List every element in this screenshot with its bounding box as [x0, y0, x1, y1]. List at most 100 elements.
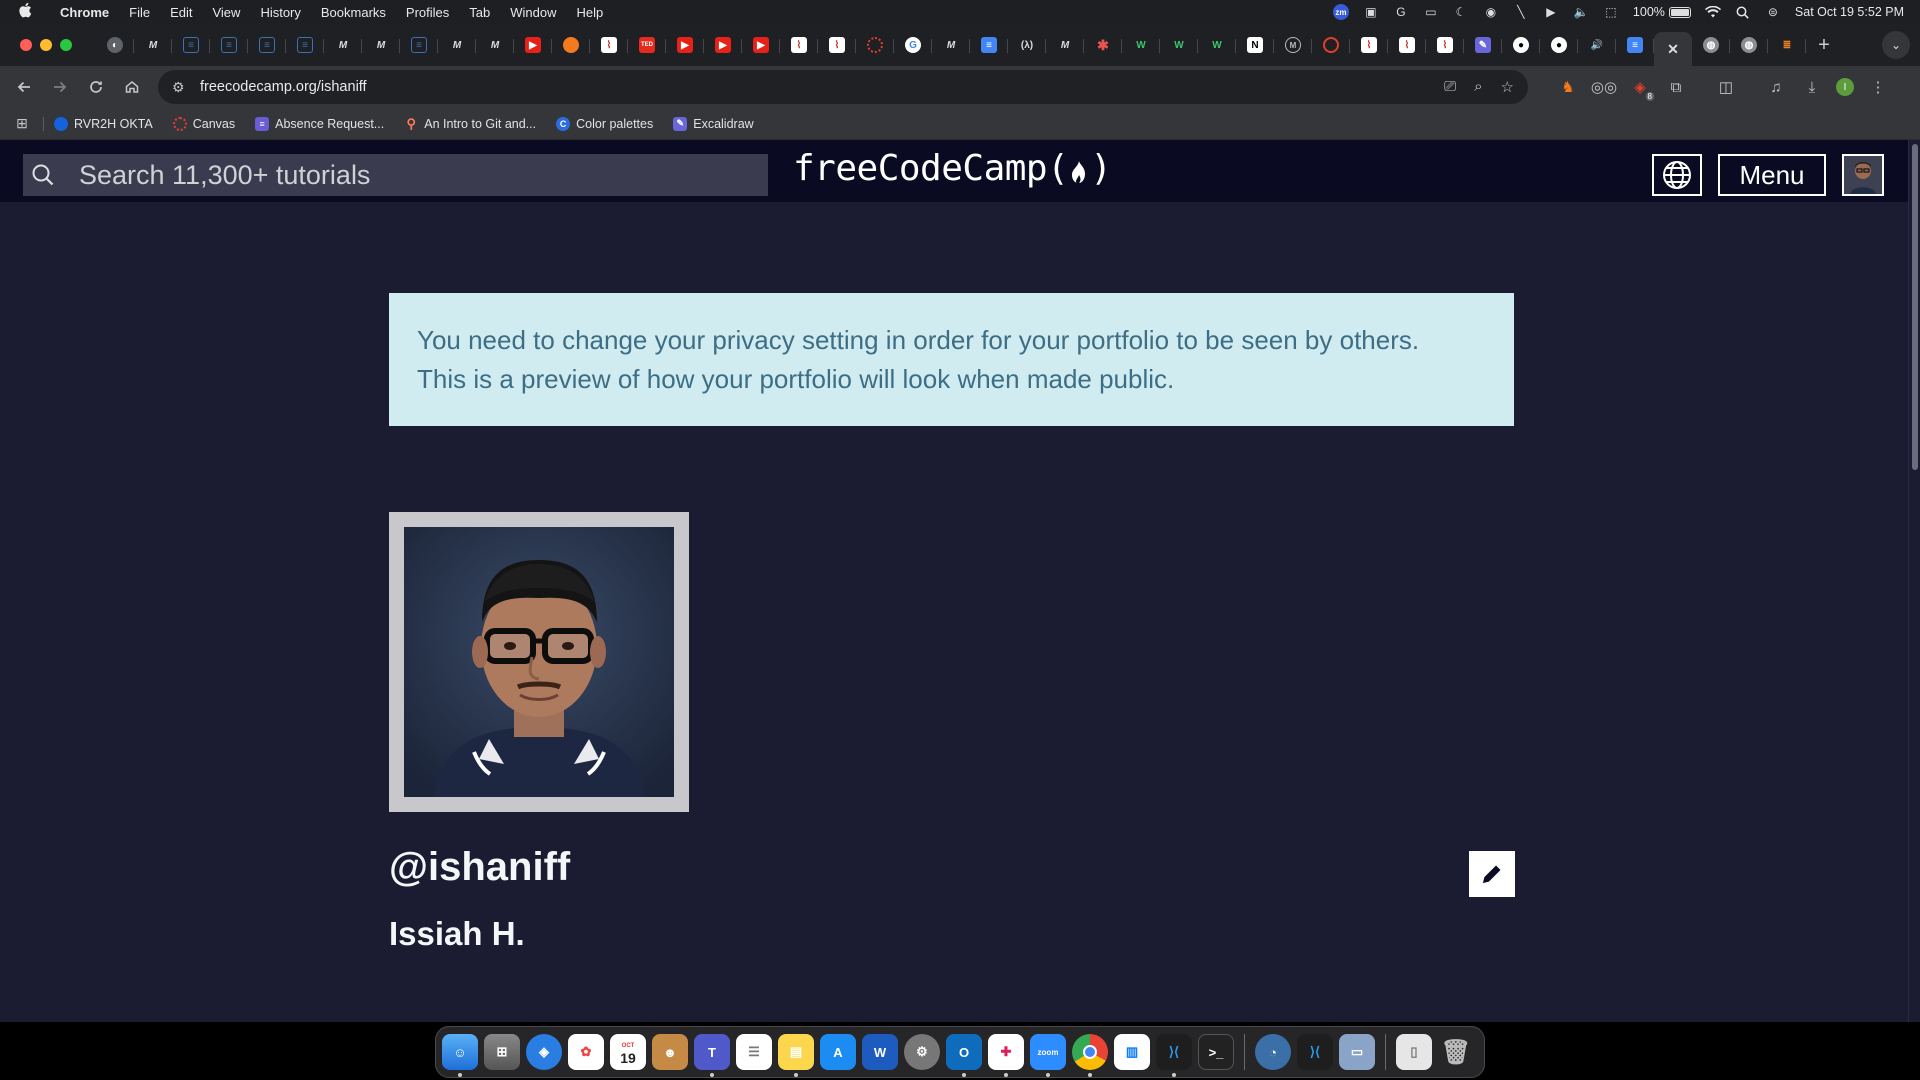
back-button[interactable]: [6, 71, 42, 103]
tab[interactable]: W: [1160, 30, 1198, 60]
quicktime-icon[interactable]: ◔: [1255, 1034, 1291, 1070]
tab[interactable]: ≣: [1768, 30, 1806, 60]
menu-bookmarks[interactable]: Bookmarks: [311, 5, 396, 20]
tab[interactable]: M: [1274, 30, 1312, 60]
site-info-icon[interactable]: ⚙: [172, 79, 194, 96]
tab[interactable]: M: [932, 30, 970, 60]
spotlight-search-icon[interactable]: [1735, 5, 1751, 19]
reading-mode-icon[interactable]: ◫: [1714, 75, 1738, 99]
tab[interactable]: ▶: [704, 30, 742, 60]
vscode-icon[interactable]: ⟩⟨: [1156, 1034, 1192, 1077]
tab[interactable]: ▶: [742, 30, 780, 60]
menu-view[interactable]: View: [202, 5, 250, 20]
bookmark-absence-request[interactable]: ≡ Absence Request...: [245, 116, 394, 131]
tab[interactable]: N: [1236, 30, 1274, 60]
teams-icon[interactable]: T: [694, 1034, 730, 1077]
tab[interactable]: ≡: [172, 30, 210, 60]
app-store-icon[interactable]: A: [820, 1034, 856, 1070]
tab[interactable]: ⌇: [1388, 30, 1426, 60]
bookmark-excalidraw[interactable]: ✎ Excalidraw: [663, 116, 763, 131]
media-controls-icon[interactable]: ♫: [1764, 75, 1788, 99]
tab[interactable]: G: [894, 30, 932, 60]
tab[interactable]: ⌇: [818, 30, 856, 60]
apps-grid-icon[interactable]: ⊞: [0, 115, 44, 132]
terminal-icon[interactable]: >_: [1198, 1034, 1234, 1070]
tab[interactable]: [856, 30, 894, 60]
tab-search-chevron-icon[interactable]: ⌄: [1882, 31, 1910, 59]
scrollbar-thumb[interactable]: [1912, 144, 1918, 470]
display-status-icon[interactable]: ▭: [1423, 5, 1439, 19]
word-icon[interactable]: W: [862, 1034, 898, 1070]
notes-icon[interactable]: ▤: [778, 1034, 814, 1077]
new-tab-button[interactable]: +: [1806, 34, 1842, 57]
slack-icon[interactable]: ✚: [988, 1034, 1024, 1077]
tab[interactable]: ◍: [1692, 30, 1730, 60]
fullscreen-window-button[interactable]: [60, 39, 72, 51]
menu-button[interactable]: Menu: [1718, 154, 1826, 196]
tab[interactable]: ⌇: [1350, 30, 1388, 60]
extensions-puzzle-icon[interactable]: ⧉: [1664, 75, 1688, 99]
tab[interactable]: ✎: [1464, 30, 1502, 60]
tab[interactable]: ⌇: [1426, 30, 1464, 60]
tab[interactable]: ◍: [1730, 30, 1768, 60]
tab[interactable]: M: [134, 30, 172, 60]
bookmark-okta[interactable]: RVR2H OKTA: [44, 116, 163, 131]
fcc-logo[interactable]: freeCodeCamp( ): [793, 148, 1112, 189]
screenshot-status-icon[interactable]: ▣: [1363, 5, 1379, 19]
bookmark-canvas[interactable]: Canvas: [163, 116, 245, 131]
menu-app-name[interactable]: Chrome: [50, 5, 119, 20]
menu-help[interactable]: Help: [567, 5, 614, 20]
address-bar[interactable]: ⚙ freecodecamp.org/ishaniff ⎚ ⌕ ☆: [158, 70, 1528, 104]
tab[interactable]: ●: [1540, 30, 1578, 60]
tab[interactable]: ≡: [248, 30, 286, 60]
documents-folder-icon[interactable]: ▯: [1396, 1034, 1432, 1070]
home-button[interactable]: [114, 71, 150, 103]
system-settings-icon[interactable]: ⚙: [904, 1034, 940, 1070]
tab[interactable]: [552, 30, 590, 60]
tab-active-freecodecamp[interactable]: ✕: [1654, 32, 1692, 66]
vscode-minimized-icon[interactable]: ⟩⟨: [1297, 1034, 1333, 1070]
tab[interactable]: (λ): [1008, 30, 1046, 60]
grammarly-status-icon[interactable]: G: [1393, 5, 1409, 19]
wifi-icon[interactable]: [1704, 5, 1721, 19]
tab[interactable]: M: [438, 30, 476, 60]
volume-status-icon[interactable]: 🔈: [1573, 5, 1589, 19]
page-scrollbar[interactable]: [1908, 140, 1920, 1022]
bookmark-star-icon[interactable]: ☆: [1501, 78, 1514, 96]
tab[interactable]: W: [1122, 30, 1160, 60]
extension-badge-icon[interactable]: ◈ 8: [1628, 75, 1654, 101]
trello-icon[interactable]: ▥: [1114, 1034, 1150, 1070]
tab[interactable]: ⌇: [780, 30, 818, 60]
tab[interactable]: M: [324, 30, 362, 60]
bookmark-color-palettes[interactable]: C Color palettes: [546, 116, 663, 131]
tab[interactable]: M: [476, 30, 514, 60]
tab[interactable]: ≡: [286, 30, 324, 60]
contacts-icon[interactable]: ☻: [652, 1034, 688, 1070]
tab[interactable]: ◐: [96, 30, 134, 60]
chrome-menu-kebab-icon[interactable]: ⋮: [1866, 75, 1890, 99]
tab[interactable]: ▶: [666, 30, 704, 60]
trash-icon[interactable]: 🗑: [1438, 1034, 1474, 1070]
chrome-icon[interactable]: [1072, 1034, 1108, 1077]
edit-profile-button[interactable]: [1469, 851, 1515, 897]
tab[interactable]: ≡: [210, 30, 248, 60]
menu-window[interactable]: Window: [500, 5, 566, 20]
preview-icon[interactable]: ▭: [1339, 1034, 1375, 1070]
tab[interactable]: W: [1198, 30, 1236, 60]
close-window-button[interactable]: [20, 39, 32, 51]
search-bar[interactable]: [23, 154, 768, 196]
extension-glasses-icon[interactable]: ◎◎: [1591, 75, 1617, 99]
record-status-icon[interactable]: ◉: [1483, 5, 1499, 19]
outlook-icon[interactable]: O: [946, 1034, 982, 1077]
tab[interactable]: 🔊: [1578, 30, 1616, 60]
safari-icon[interactable]: ◈: [526, 1034, 562, 1070]
tab[interactable]: ≡: [1616, 30, 1654, 60]
finder-icon[interactable]: ☺: [442, 1034, 478, 1077]
profile-avatar[interactable]: I: [1836, 78, 1854, 96]
moon-status-icon[interactable]: ☾: [1453, 5, 1469, 19]
zoom-icon[interactable]: zoom: [1030, 1034, 1066, 1077]
photos-icon[interactable]: ✿: [568, 1034, 604, 1070]
apple-menu-icon[interactable]: [0, 2, 50, 22]
tab[interactable]: ⌇: [590, 30, 628, 60]
tab[interactable]: ≡: [970, 30, 1008, 60]
